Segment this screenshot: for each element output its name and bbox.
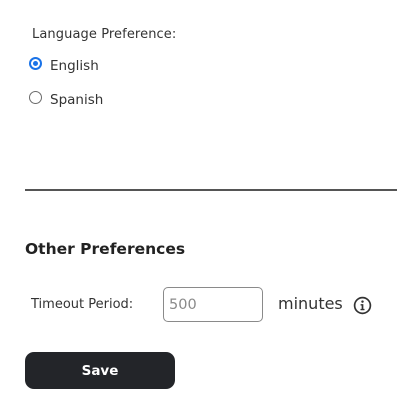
english-radio-button[interactable] (29, 56, 42, 70)
section-divider (25, 189, 397, 191)
timeout-period-input[interactable] (163, 287, 263, 322)
preferences-page: Language Preference: English Spanish Oth… (0, 0, 397, 415)
english-radio-label: English (50, 58, 99, 74)
spanish-radio-button[interactable] (29, 90, 42, 104)
language-preference-label: Language Preference: (32, 27, 177, 42)
other-preferences-heading: Other Preferences (25, 240, 186, 258)
radio-option-spanish[interactable]: Spanish (29, 89, 104, 108)
info-icon[interactable] (353, 296, 372, 315)
spanish-radio-label: Spanish (50, 92, 104, 108)
timeout-period-label: Timeout Period: (31, 297, 134, 312)
radio-option-english[interactable]: English (29, 55, 99, 74)
timeout-unit-label: minutes (278, 294, 343, 313)
save-button[interactable]: Save (25, 352, 175, 389)
